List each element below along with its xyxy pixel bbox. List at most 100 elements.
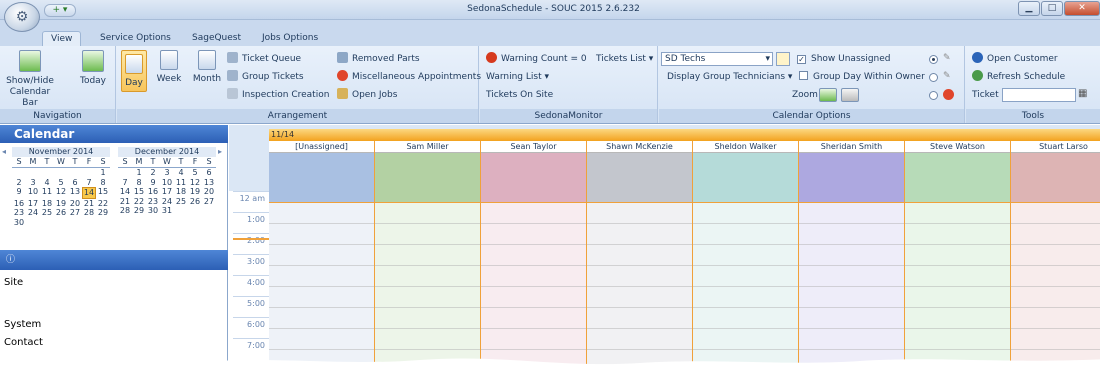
maximize-button[interactable]: □ (1041, 1, 1063, 16)
tickets-on-site-button[interactable]: Tickets On Site (486, 88, 553, 102)
ticket-input[interactable] (1002, 88, 1076, 102)
option-radio-1[interactable] (929, 55, 938, 64)
day-cell[interactable]: 20 (202, 187, 216, 197)
day-cell[interactable]: 26 (54, 208, 68, 218)
zoom-in-button[interactable] (819, 88, 837, 102)
all-day-area[interactable] (1011, 153, 1107, 203)
minimize-button[interactable]: ▁ (1018, 1, 1040, 16)
month-view-button[interactable]: Month (189, 50, 225, 85)
time-slot[interactable] (269, 203, 374, 224)
time-slot[interactable] (587, 224, 692, 245)
day-cell[interactable]: 8 (132, 178, 146, 188)
time-slot[interactable] (799, 224, 904, 245)
miscellaneous-appointments-button[interactable]: Miscellaneous Appointments (337, 70, 481, 84)
time-slot[interactable] (269, 287, 374, 308)
day-cell[interactable]: 25 (40, 208, 54, 218)
time-slot[interactable] (481, 224, 586, 245)
day-cell[interactable]: 17 (26, 199, 40, 209)
warning-count-button[interactable]: Warning Count = 0 (486, 52, 587, 66)
show-unassigned-checkbox[interactable]: ✓ Show Unassigned (797, 52, 891, 66)
tab-view[interactable]: View (42, 31, 82, 46)
option-radio-3[interactable] (929, 91, 938, 100)
day-cell[interactable]: 14 (82, 187, 96, 199)
close-button[interactable]: ✕ (1064, 1, 1100, 16)
group-day-within-owner-checkbox[interactable]: Group Day Within Owner (799, 70, 925, 84)
technician-picker-button[interactable] (776, 52, 790, 66)
day-cell[interactable]: 17 (160, 187, 174, 197)
day-cell[interactable]: 13 (202, 178, 216, 188)
day-cell[interactable]: 4 (174, 168, 188, 178)
day-cell[interactable]: 27 (202, 197, 216, 207)
time-slot[interactable] (587, 287, 692, 308)
day-cell[interactable]: 30 (12, 218, 26, 228)
day-cell[interactable]: 3 (160, 168, 174, 178)
time-slot[interactable] (1011, 266, 1107, 287)
ticket-lookup-icon[interactable]: ▦ (1078, 88, 1092, 102)
day-cell[interactable]: 22 (96, 199, 110, 209)
day-view-button[interactable]: Day (121, 50, 147, 92)
day-cell[interactable]: 23 (12, 208, 26, 218)
all-day-area[interactable] (375, 153, 480, 203)
option-radio-2[interactable] (929, 73, 938, 82)
all-day-area[interactable] (905, 153, 1010, 203)
day-cell[interactable]: 2 (12, 178, 26, 188)
time-slot[interactable] (1011, 224, 1107, 245)
day-cell[interactable]: 18 (40, 199, 54, 209)
day-cell[interactable]: 7 (118, 178, 132, 188)
time-slot[interactable] (375, 224, 480, 245)
time-slot[interactable] (269, 308, 374, 329)
time-slot[interactable] (481, 266, 586, 287)
tab-service-options[interactable]: Service Options (92, 31, 179, 46)
refresh-schedule-button[interactable]: Refresh Schedule (972, 70, 1065, 84)
time-slot[interactable] (587, 329, 692, 350)
time-slot[interactable] (905, 266, 1010, 287)
technician-column[interactable]: Stuart Larso (1011, 141, 1107, 372)
day-cell[interactable]: 5 (54, 178, 68, 188)
week-view-button[interactable]: Week (153, 50, 185, 85)
day-cell[interactable]: 5 (188, 168, 202, 178)
day-cell[interactable]: 21 (118, 197, 132, 207)
time-slot[interactable] (799, 245, 904, 266)
day-cell[interactable]: 24 (26, 208, 40, 218)
time-slot[interactable] (481, 203, 586, 224)
zoom-out-button[interactable] (841, 88, 859, 102)
tab-jobs-options[interactable]: Jobs Options (254, 31, 326, 46)
warning-list-dropdown[interactable]: Warning List ▾ (486, 70, 549, 84)
day-cell[interactable]: 10 (160, 178, 174, 188)
time-slot[interactable] (1011, 329, 1107, 350)
day-cell[interactable]: 23 (146, 197, 160, 207)
group-tickets-button[interactable]: Group Tickets (227, 70, 304, 84)
time-slot[interactable] (481, 287, 586, 308)
day-cell[interactable]: 31 (160, 206, 174, 216)
day-cell[interactable]: 27 (68, 208, 82, 218)
day-cell[interactable]: 1 (96, 168, 110, 178)
day-cell[interactable]: 24 (160, 197, 174, 207)
all-day-area[interactable] (693, 153, 798, 203)
day-cell[interactable]: 1 (132, 168, 146, 178)
day-cell[interactable]: 28 (82, 208, 96, 218)
technician-column[interactable]: Sean Taylor (481, 141, 587, 372)
time-slot[interactable] (693, 266, 798, 287)
day-cell[interactable]: 20 (68, 199, 82, 209)
time-slot[interactable] (799, 287, 904, 308)
day-cell[interactable]: 29 (96, 208, 110, 218)
time-slot[interactable] (587, 308, 692, 329)
day-cell[interactable]: 19 (188, 187, 202, 197)
time-slot[interactable] (587, 203, 692, 224)
day-cell[interactable]: 10 (26, 187, 40, 199)
time-slot[interactable] (799, 203, 904, 224)
day-cell[interactable]: 18 (174, 187, 188, 197)
previous-month-button[interactable]: ◂ (2, 147, 6, 156)
day-cell[interactable]: 26 (188, 197, 202, 207)
all-day-area[interactable] (799, 153, 904, 203)
day-cell[interactable]: 2 (146, 168, 160, 178)
time-slot[interactable] (269, 329, 374, 350)
time-slot[interactable] (799, 266, 904, 287)
day-cell[interactable]: 19 (54, 199, 68, 209)
time-slot[interactable] (905, 308, 1010, 329)
time-slot[interactable] (269, 266, 374, 287)
time-slot[interactable] (693, 329, 798, 350)
time-slot[interactable] (905, 245, 1010, 266)
time-slot[interactable] (693, 203, 798, 224)
time-slot[interactable] (1011, 287, 1107, 308)
